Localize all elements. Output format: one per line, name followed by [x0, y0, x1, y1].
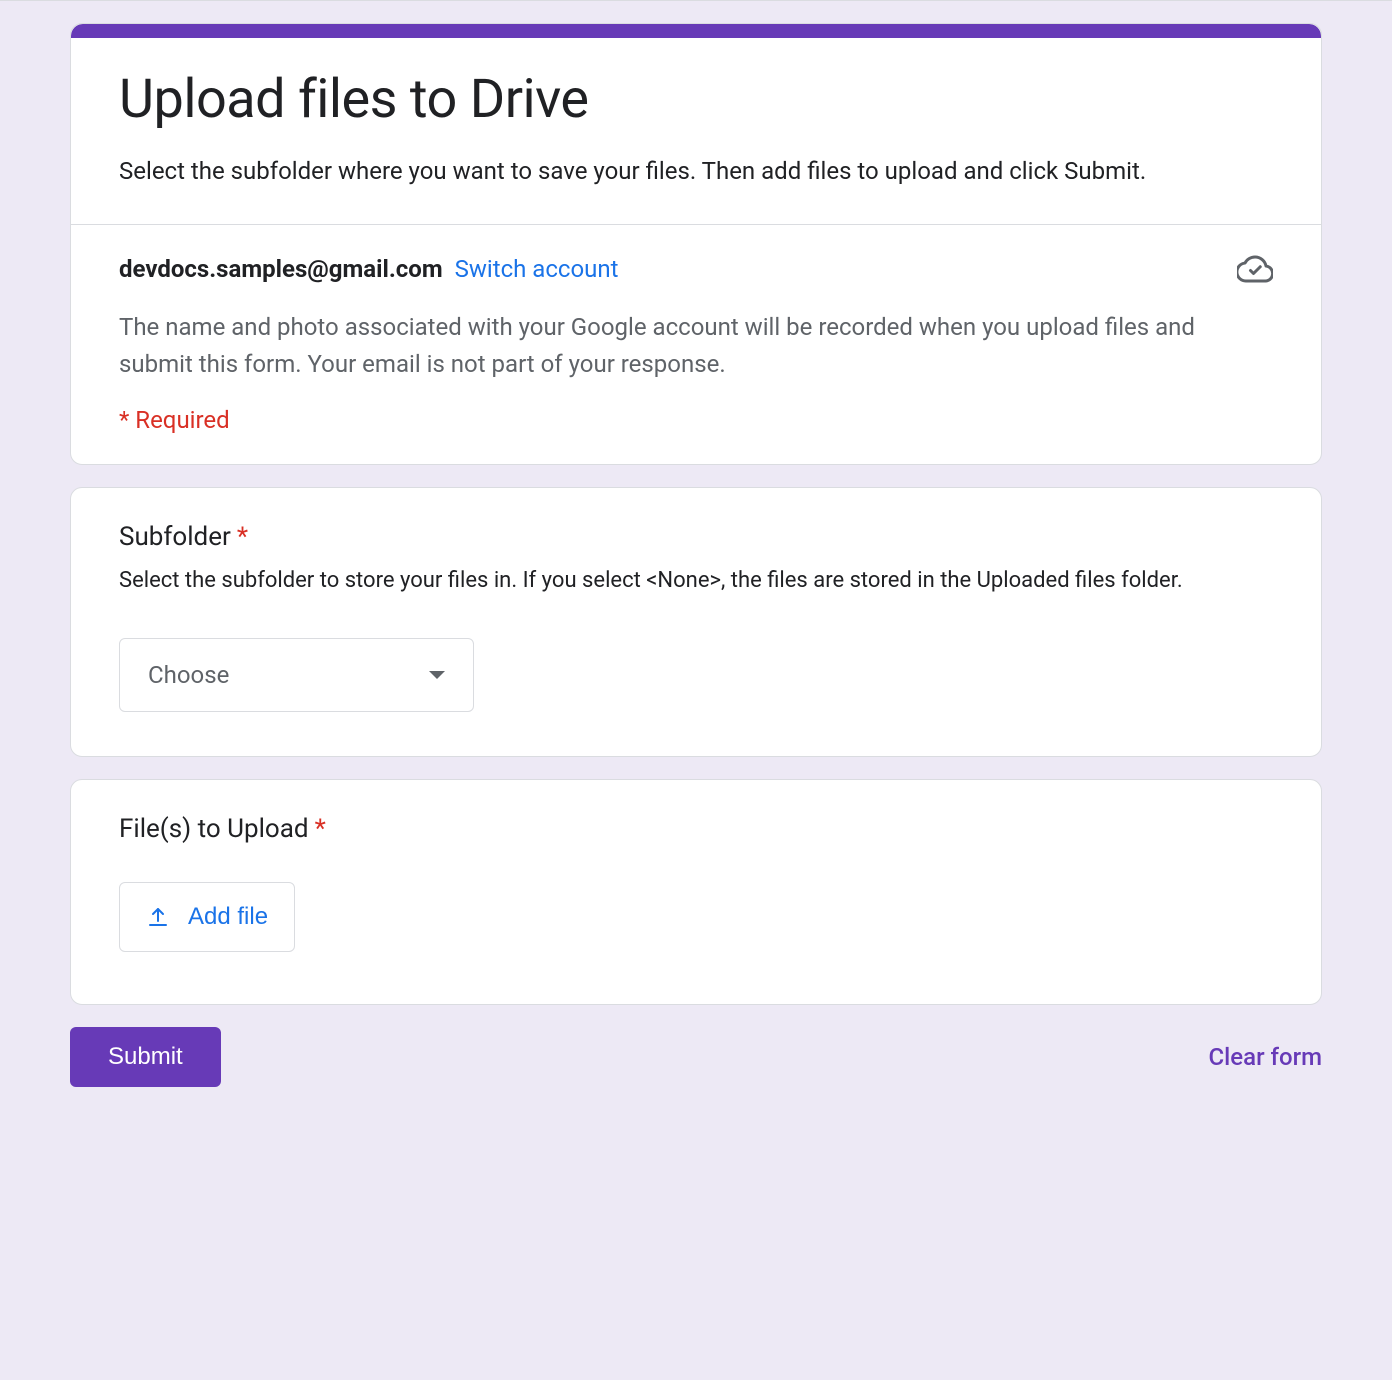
subfolder-dropdown[interactable]: Choose — [119, 638, 474, 712]
required-indicator: * Required — [119, 406, 1273, 434]
files-question-card: File(s) to Upload * Add file — [70, 779, 1322, 1005]
form-title: Upload files to Drive — [119, 68, 1273, 131]
form-description: Select the subfolder where you want to s… — [119, 153, 1273, 190]
switch-account-link[interactable]: Switch account — [455, 255, 619, 283]
clear-form-link[interactable]: Clear form — [1208, 1043, 1322, 1071]
subfolder-question-card: Subfolder * Select the subfolder to stor… — [70, 487, 1322, 757]
files-question-title: File(s) to Upload * — [119, 814, 1273, 844]
add-file-label: Add file — [188, 903, 268, 931]
upload-icon — [146, 905, 170, 929]
dropdown-selected-value: Choose — [148, 661, 229, 689]
subfolder-hint: Select the subfolder to store your files… — [119, 564, 1273, 598]
form-container: Upload files to Drive Select the subfold… — [70, 23, 1322, 1087]
add-file-button[interactable]: Add file — [119, 882, 295, 952]
required-star: * — [315, 814, 326, 844]
form-actions: Submit Clear form — [70, 1027, 1322, 1087]
accent-bar — [71, 24, 1321, 38]
subfolder-label: Subfolder — [119, 522, 231, 552]
files-label: File(s) to Upload — [119, 814, 309, 844]
required-star: * — [237, 522, 248, 552]
account-disclosure: The name and photo associated with your … — [119, 309, 1273, 383]
header-card: Upload files to Drive Select the subfold… — [70, 23, 1322, 465]
account-text: devdocs.samples@gmail.com Switch account — [119, 255, 619, 283]
cloud-done-icon — [1237, 251, 1273, 287]
account-email: devdocs.samples@gmail.com — [119, 255, 443, 283]
account-section: devdocs.samples@gmail.com Switch account… — [71, 225, 1321, 463]
submit-button[interactable]: Submit — [70, 1027, 221, 1087]
chevron-down-icon — [429, 671, 445, 679]
subfolder-question-title: Subfolder * — [119, 522, 1273, 552]
